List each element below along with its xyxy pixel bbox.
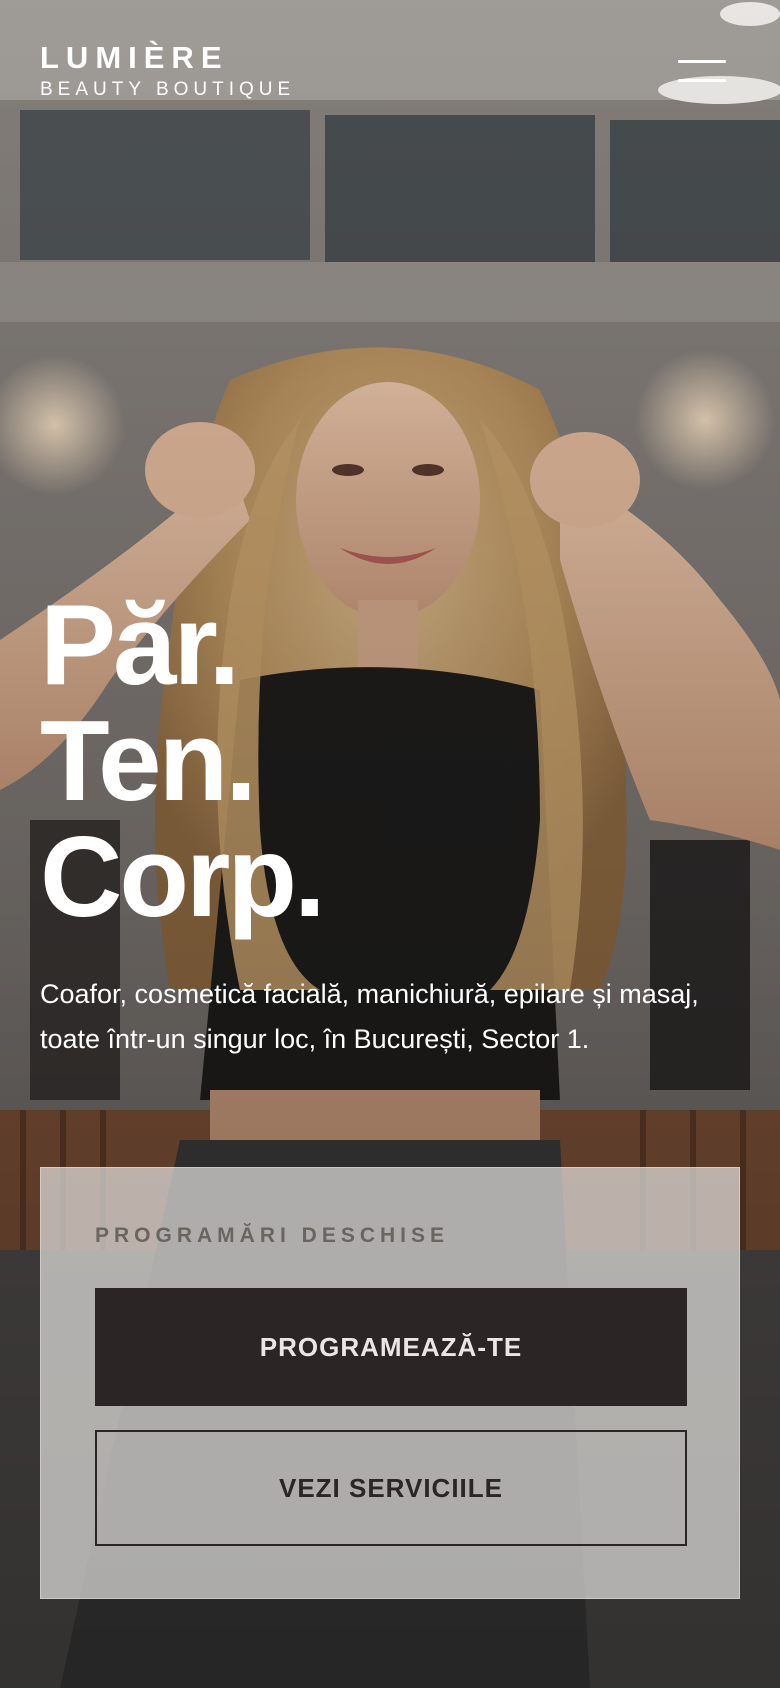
headline-line-skin: Ten.	[40, 698, 257, 825]
headline-line-body: Corp.	[40, 814, 326, 941]
headline-line-hair: Păr.	[40, 582, 240, 709]
brand-tagline: BEAUTY BOUTIQUE	[40, 79, 296, 100]
booking-status-label: PROGRAMĂRI DESCHISE	[95, 1224, 450, 1247]
brand-name: LUMIÈRE	[40, 40, 229, 75]
menu-bar-top	[678, 60, 726, 63]
hamburger-menu-icon[interactable]	[678, 57, 726, 85]
site-header: LUMIÈRE BEAUTY BOUTIQUE	[40, 40, 740, 110]
booking-card: PROGRAMĂRI DESCHISE PROGRAMEAZĂ-TE VEZI …	[40, 1167, 740, 1599]
menu-bar-bottom	[678, 79, 726, 82]
hero-headline: Păr. Ten. Corp.	[40, 588, 660, 936]
brand-logo[interactable]: LUMIÈRE BEAUTY BOUTIQUE	[40, 40, 295, 102]
view-services-button[interactable]: VEZI SERVICIILE	[95, 1430, 687, 1546]
book-now-button[interactable]: PROGRAMEAZĂ-TE	[95, 1288, 687, 1406]
hero-subtitle: Coafor, cosmetică facială, manichiură, e…	[40, 979, 699, 1054]
